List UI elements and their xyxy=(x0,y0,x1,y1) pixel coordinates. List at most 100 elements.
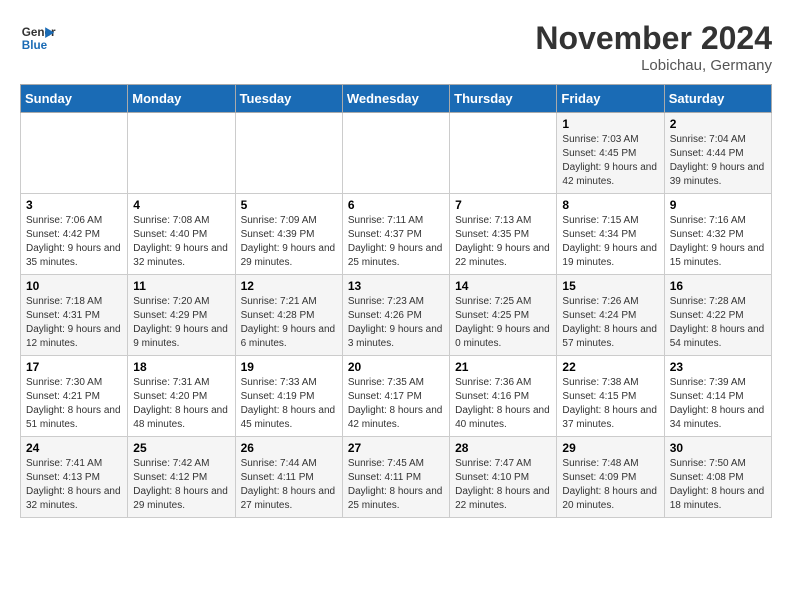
calendar-cell: 19 Sunrise: 7:33 AM Sunset: 4:19 PM Dayli… xyxy=(235,356,342,437)
col-header-friday: Friday xyxy=(557,85,664,113)
day-info: Sunrise: 7:36 AM Sunset: 4:16 PM Dayligh… xyxy=(455,376,551,432)
day-number: 7 xyxy=(455,198,551,212)
calendar-cell: 5Sunrise: 7:09 AM Sunset: 4:39 PM Daylig… xyxy=(235,194,342,275)
calendar-cell: 21 Sunrise: 7:36 AM Sunset: 4:16 PM Dayli… xyxy=(450,356,557,437)
day-info: Sunrise: 7:23 AM Sunset: 4:26 PM Dayligh… xyxy=(348,295,444,351)
day-number: 26 xyxy=(241,441,337,455)
day-info: Sunrise: 7:15 AM Sunset: 4:34 PM Dayligh… xyxy=(562,214,658,270)
day-number: 13 xyxy=(348,279,444,293)
day-info: Sunrise: 7:45 AM Sunset: 4:11 PM Dayligh… xyxy=(348,457,444,513)
calendar-cell xyxy=(235,113,342,194)
col-header-thursday: Thursday xyxy=(450,85,557,113)
location: Lobichau, Germany xyxy=(535,57,772,74)
day-number: 29 xyxy=(562,441,658,455)
calendar-cell: 17 Sunrise: 7:30 AM Sunset: 4:21 PM Dayli… xyxy=(21,356,128,437)
calendar-cell: 10 Sunrise: 7:18 AM Sunset: 4:31 PM Dayli… xyxy=(21,275,128,356)
day-info: Sunrise: 7:47 AM Sunset: 4:10 PM Dayligh… xyxy=(455,457,551,513)
week-row-5: 24 Sunrise: 7:41 AM Sunset: 4:13 PM Dayli… xyxy=(21,437,772,518)
calendar-cell: 2Sunrise: 7:04 AM Sunset: 4:44 PM Daylig… xyxy=(664,113,771,194)
day-number: 12 xyxy=(241,279,337,293)
col-header-tuesday: Tuesday xyxy=(235,85,342,113)
col-header-saturday: Saturday xyxy=(664,85,771,113)
month-title: November 2024 xyxy=(535,20,772,57)
week-row-4: 17 Sunrise: 7:30 AM Sunset: 4:21 PM Dayli… xyxy=(21,356,772,437)
calendar-cell: 13 Sunrise: 7:23 AM Sunset: 4:26 PM Dayli… xyxy=(342,275,449,356)
day-number: 9 xyxy=(670,198,766,212)
day-info: Sunrise: 7:41 AM Sunset: 4:13 PM Dayligh… xyxy=(26,457,122,513)
calendar-header-row: SundayMondayTuesdayWednesdayThursdayFrid… xyxy=(21,85,772,113)
day-info: Sunrise: 7:30 AM Sunset: 4:21 PM Dayligh… xyxy=(26,376,122,432)
calendar-cell: 26Sunrise: 7:44 AM Sunset: 4:11 PM Dayli… xyxy=(235,437,342,518)
calendar-cell: 25 Sunrise: 7:42 AM Sunset: 4:12 PM Dayli… xyxy=(128,437,235,518)
day-info: Sunrise: 7:13 AM Sunset: 4:35 PM Dayligh… xyxy=(455,214,551,270)
day-info: Sunrise: 7:04 AM Sunset: 4:44 PM Dayligh… xyxy=(670,133,766,189)
day-number: 17 xyxy=(26,360,122,374)
logo-icon: General Blue xyxy=(20,20,56,56)
day-number: 24 xyxy=(26,441,122,455)
day-info: Sunrise: 7:06 AM Sunset: 4:42 PM Dayligh… xyxy=(26,214,122,270)
calendar-cell: 16 Sunrise: 7:28 AM Sunset: 4:22 PM Dayli… xyxy=(664,275,771,356)
day-number: 23 xyxy=(670,360,766,374)
calendar-cell xyxy=(342,113,449,194)
calendar-cell: 11 Sunrise: 7:20 AM Sunset: 4:29 PM Dayli… xyxy=(128,275,235,356)
calendar-cell: 23 Sunrise: 7:39 AM Sunset: 4:14 PM Dayli… xyxy=(664,356,771,437)
day-number: 11 xyxy=(133,279,229,293)
calendar-body: 1 Sunrise: 7:03 AM Sunset: 4:45 PM Daylig… xyxy=(21,113,772,518)
calendar-cell: 12 Sunrise: 7:21 AM Sunset: 4:28 PM Dayli… xyxy=(235,275,342,356)
calendar-cell: 18 Sunrise: 7:31 AM Sunset: 4:20 PM Dayli… xyxy=(128,356,235,437)
calendar-cell: 6 Sunrise: 7:11 AM Sunset: 4:37 PM Daylig… xyxy=(342,194,449,275)
day-number: 16 xyxy=(670,279,766,293)
day-info: Sunrise: 7:38 AM Sunset: 4:15 PM Dayligh… xyxy=(562,376,658,432)
logo: General Blue xyxy=(20,20,56,56)
week-row-3: 10 Sunrise: 7:18 AM Sunset: 4:31 PM Dayli… xyxy=(21,275,772,356)
day-info: Sunrise: 7:42 AM Sunset: 4:12 PM Dayligh… xyxy=(133,457,229,513)
calendar-cell xyxy=(128,113,235,194)
calendar-cell: 24 Sunrise: 7:41 AM Sunset: 4:13 PM Dayli… xyxy=(21,437,128,518)
day-info: Sunrise: 7:16 AM Sunset: 4:32 PM Dayligh… xyxy=(670,214,766,270)
day-number: 8 xyxy=(562,198,658,212)
calendar-table: SundayMondayTuesdayWednesdayThursdayFrid… xyxy=(20,84,772,518)
day-info: Sunrise: 7:21 AM Sunset: 4:28 PM Dayligh… xyxy=(241,295,337,351)
day-info: Sunrise: 7:20 AM Sunset: 4:29 PM Dayligh… xyxy=(133,295,229,351)
day-info: Sunrise: 7:31 AM Sunset: 4:20 PM Dayligh… xyxy=(133,376,229,432)
day-number: 21 xyxy=(455,360,551,374)
calendar-cell: 28 Sunrise: 7:47 AM Sunset: 4:10 PM Dayli… xyxy=(450,437,557,518)
day-number: 14 xyxy=(455,279,551,293)
day-number: 18 xyxy=(133,360,229,374)
day-info: Sunrise: 7:03 AM Sunset: 4:45 PM Dayligh… xyxy=(562,133,658,189)
calendar-cell: 30Sunrise: 7:50 AM Sunset: 4:08 PM Dayli… xyxy=(664,437,771,518)
day-info: Sunrise: 7:11 AM Sunset: 4:37 PM Dayligh… xyxy=(348,214,444,270)
day-number: 3 xyxy=(26,198,122,212)
day-info: Sunrise: 7:28 AM Sunset: 4:22 PM Dayligh… xyxy=(670,295,766,351)
svg-text:Blue: Blue xyxy=(22,39,48,52)
calendar-cell: 29 Sunrise: 7:48 AM Sunset: 4:09 PM Dayli… xyxy=(557,437,664,518)
day-number: 22 xyxy=(562,360,658,374)
day-number: 1 xyxy=(562,117,658,131)
day-number: 27 xyxy=(348,441,444,455)
day-info: Sunrise: 7:18 AM Sunset: 4:31 PM Dayligh… xyxy=(26,295,122,351)
calendar-cell: 15Sunrise: 7:26 AM Sunset: 4:24 PM Dayli… xyxy=(557,275,664,356)
page-header: General Blue November 2024 Lobichau, Ger… xyxy=(20,20,772,74)
calendar-cell: 1 Sunrise: 7:03 AM Sunset: 4:45 PM Daylig… xyxy=(557,113,664,194)
calendar-cell xyxy=(21,113,128,194)
calendar-cell: 20Sunrise: 7:35 AM Sunset: 4:17 PM Dayli… xyxy=(342,356,449,437)
calendar-cell: 22 Sunrise: 7:38 AM Sunset: 4:15 PM Dayli… xyxy=(557,356,664,437)
day-info: Sunrise: 7:08 AM Sunset: 4:40 PM Dayligh… xyxy=(133,214,229,270)
col-header-wednesday: Wednesday xyxy=(342,85,449,113)
day-info: Sunrise: 7:50 AM Sunset: 4:08 PM Dayligh… xyxy=(670,457,766,513)
day-number: 25 xyxy=(133,441,229,455)
day-number: 10 xyxy=(26,279,122,293)
day-number: 19 xyxy=(241,360,337,374)
day-info: Sunrise: 7:35 AM Sunset: 4:17 PM Dayligh… xyxy=(348,376,444,432)
day-info: Sunrise: 7:39 AM Sunset: 4:14 PM Dayligh… xyxy=(670,376,766,432)
calendar-cell: 4Sunrise: 7:08 AM Sunset: 4:40 PM Daylig… xyxy=(128,194,235,275)
calendar-cell: 27 Sunrise: 7:45 AM Sunset: 4:11 PM Dayli… xyxy=(342,437,449,518)
week-row-1: 1 Sunrise: 7:03 AM Sunset: 4:45 PM Daylig… xyxy=(21,113,772,194)
calendar-cell: 9 Sunrise: 7:16 AM Sunset: 4:32 PM Daylig… xyxy=(664,194,771,275)
day-number: 6 xyxy=(348,198,444,212)
day-number: 5 xyxy=(241,198,337,212)
day-info: Sunrise: 7:33 AM Sunset: 4:19 PM Dayligh… xyxy=(241,376,337,432)
day-info: Sunrise: 7:48 AM Sunset: 4:09 PM Dayligh… xyxy=(562,457,658,513)
day-number: 28 xyxy=(455,441,551,455)
week-row-2: 3 Sunrise: 7:06 AM Sunset: 4:42 PM Daylig… xyxy=(21,194,772,275)
